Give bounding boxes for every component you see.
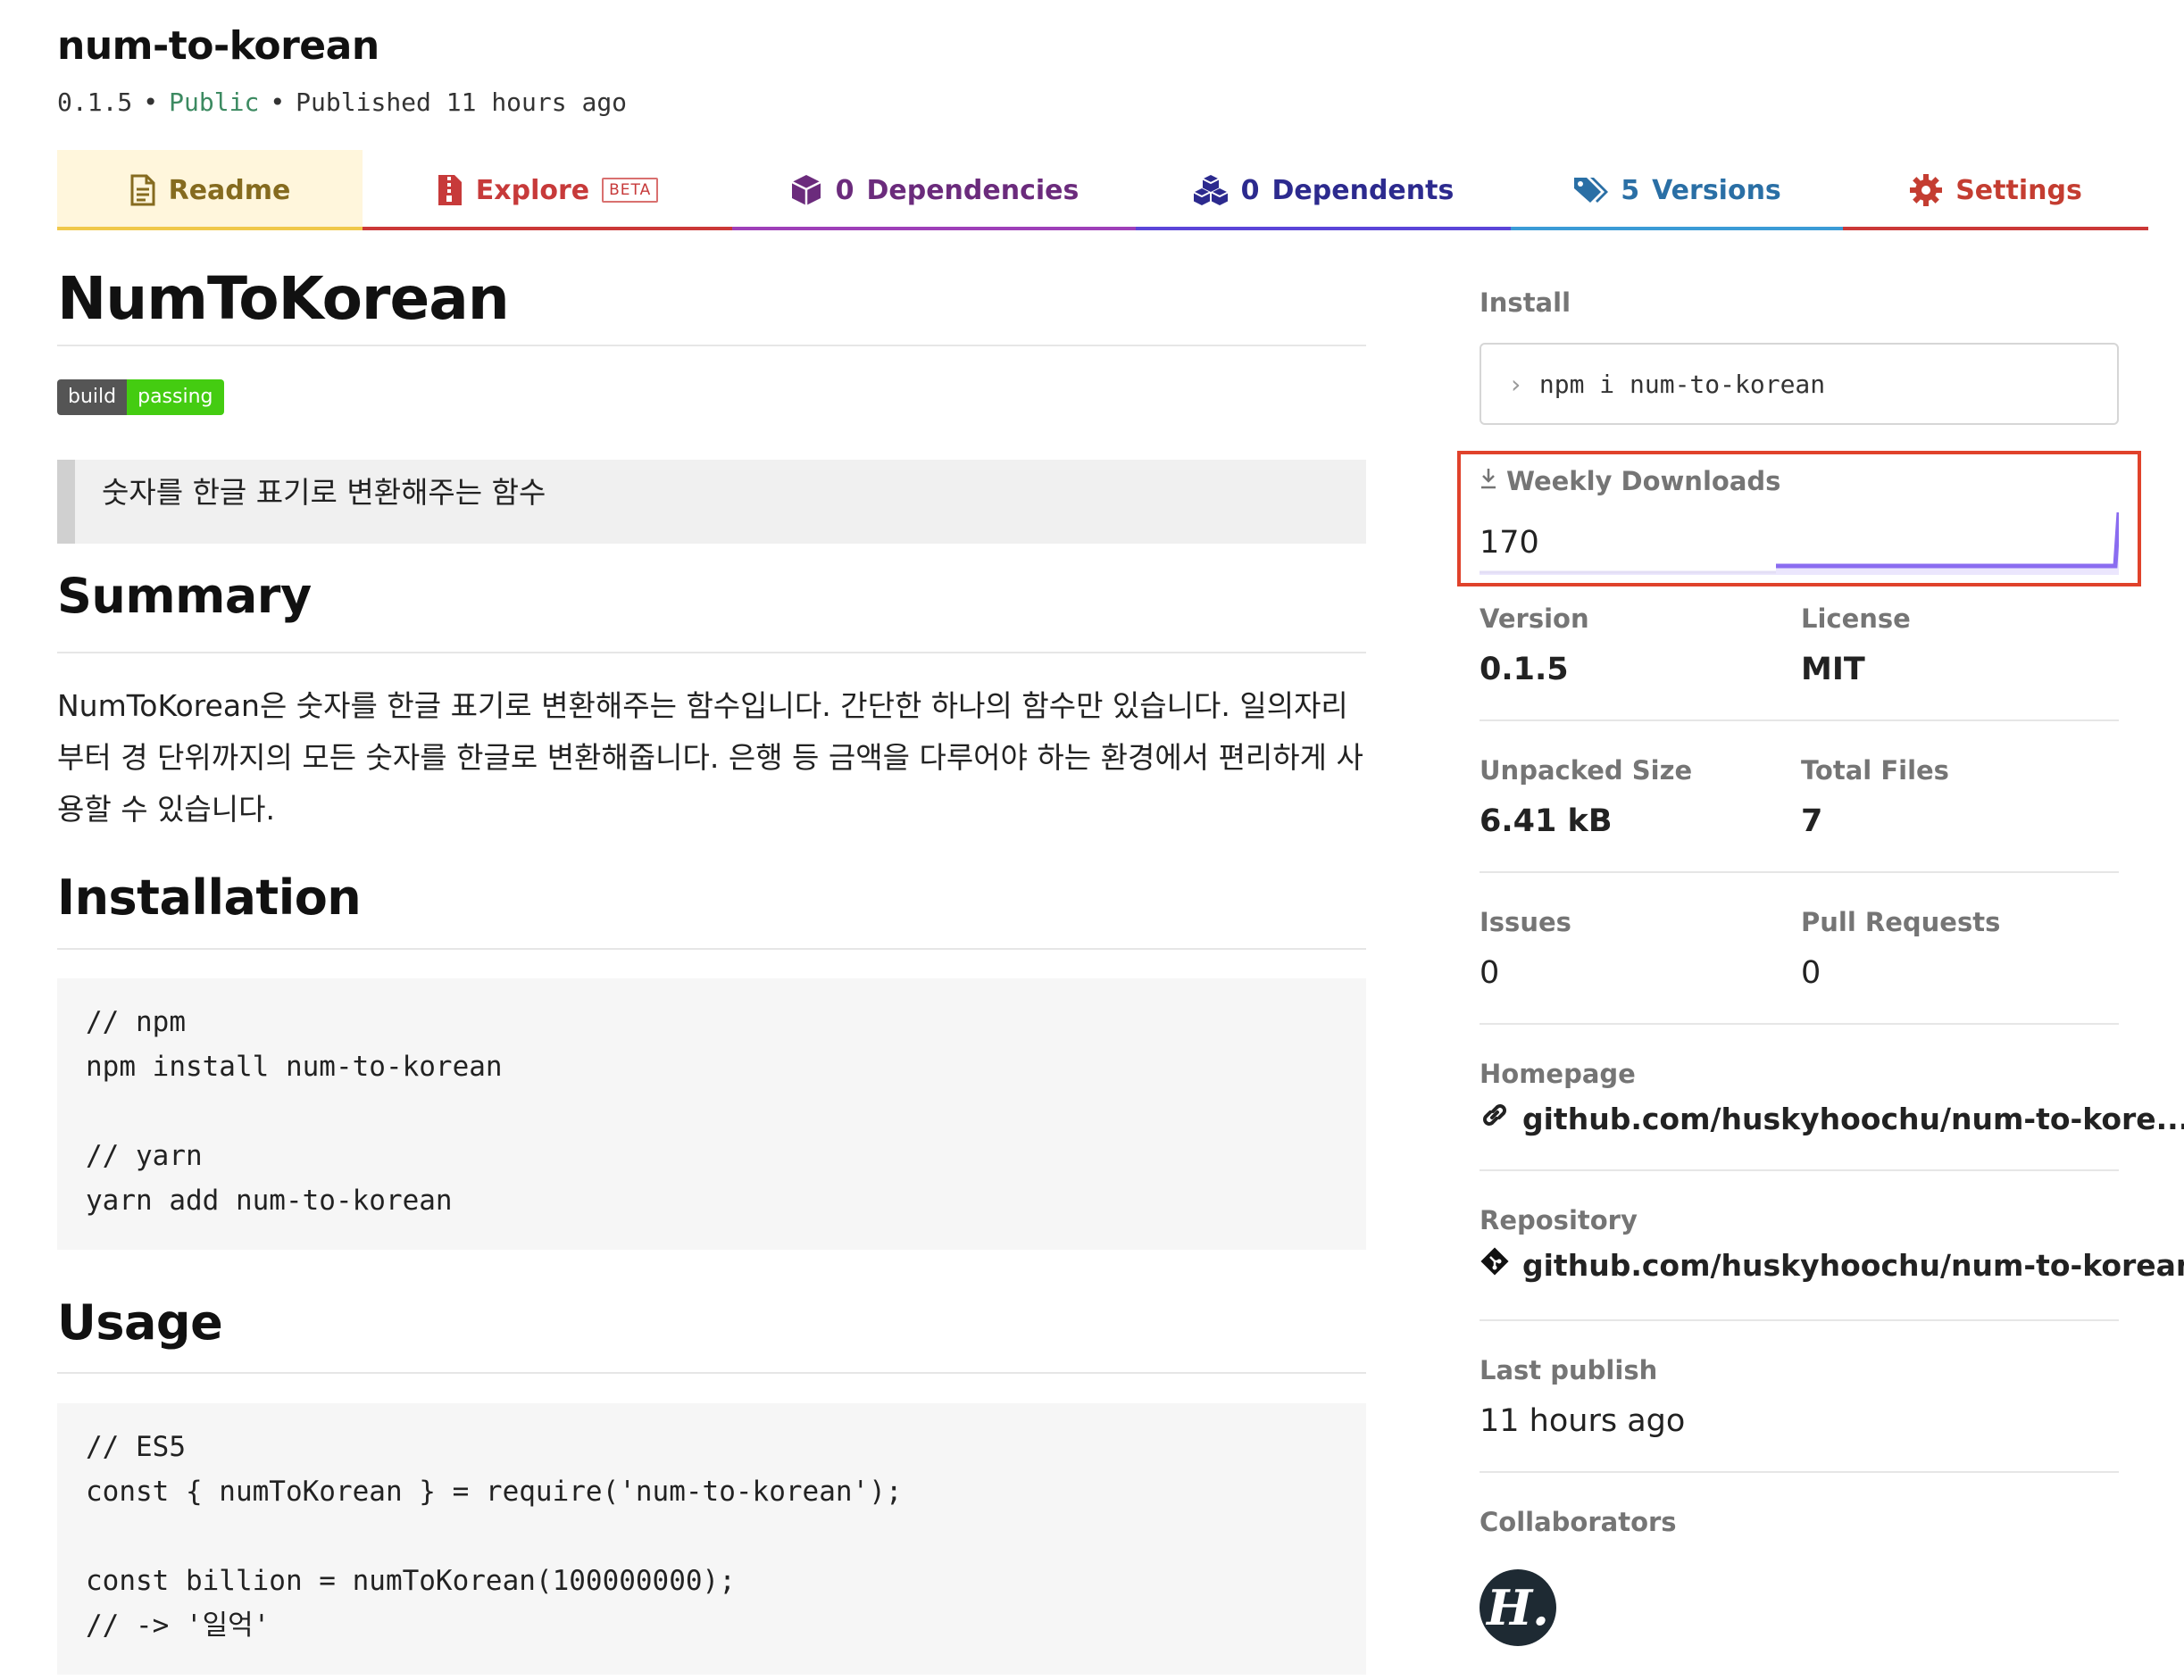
dependencies-count: 0 (835, 174, 854, 206)
link-icon (1480, 1100, 1510, 1137)
package-meta: 0.1.5 • Public • Published 11 hours ago (57, 87, 628, 117)
install-label: Install (1480, 287, 1571, 318)
git-icon (1480, 1246, 1510, 1284)
package-version: 0.1.5 (57, 87, 133, 117)
divider (57, 948, 1366, 950)
beta-badge: BETA (602, 178, 659, 203)
last-publish-label: Last publish (1480, 1355, 1658, 1385)
package-published: Published 11 hours ago (296, 87, 628, 117)
collaborators-label: Collaborators (1480, 1507, 1677, 1537)
tab-dependents[interactable]: 0 Dependents (1136, 150, 1511, 230)
divider (1480, 1319, 2119, 1321)
installation-heading: Installation (57, 869, 362, 926)
tab-dependents-label: Dependents (1271, 174, 1455, 206)
divider (1480, 871, 2119, 873)
homepage-url: github.com/huskyhoochu/num-to-kore... (1522, 1101, 2184, 1136)
summary-heading: Summary (57, 568, 312, 624)
last-publish-value: 11 hours ago (1480, 1403, 1686, 1439)
install-command-box[interactable]: › npm i num-to-korean (1480, 343, 2119, 425)
divider (1480, 1471, 2119, 1473)
installation-code-block: // npm npm install num-to-korean // yarn… (57, 978, 1366, 1250)
unpacked-size-label: Unpacked Size (1480, 755, 1693, 786)
divider (57, 345, 1366, 346)
tab-readme[interactable]: Readme (57, 150, 363, 230)
pull-requests-value[interactable]: 0 (1801, 955, 1821, 991)
weekly-downloads-highlight (1457, 451, 2141, 586)
tab-versions[interactable]: 5 Versions (1511, 150, 1843, 230)
unpacked-size-value: 6.41 kB (1480, 803, 1613, 839)
package-tabs: Readme Explore BETA 0 Dependencies 0 Dep… (57, 150, 2148, 230)
divider (1480, 719, 2119, 721)
version-label: Version (1480, 603, 1589, 634)
repository-label: Repository (1480, 1205, 1638, 1235)
repository-url: github.com/huskyhoochu/num-to-korean (1522, 1247, 2184, 1283)
package-name: num-to-korean (57, 23, 379, 69)
total-files-label: Total Files (1801, 755, 1949, 786)
tab-settings-label: Settings (1955, 174, 2082, 206)
npm-package-page: num-to-korean 0.1.5 • Public • Published 11 … (0, 0, 2184, 1680)
readme-content: NumToKorean build passing 숫자를 한글 표기로 변환해… (57, 259, 1366, 1675)
terminal-prompt-icon: › (1508, 369, 1523, 399)
license-value: MIT (1801, 652, 1865, 687)
version-value: 0.1.5 (1480, 652, 1569, 687)
tab-dependencies[interactable]: 0 Dependencies (732, 150, 1136, 230)
dependents-count: 0 (1240, 174, 1260, 206)
homepage-link[interactable]: github.com/huskyhoochu/num-to-kore... (1480, 1100, 2184, 1137)
divider (57, 652, 1366, 653)
versions-count: 5 (1621, 174, 1640, 206)
homepage-label: Homepage (1480, 1059, 1636, 1089)
badge-right: passing (127, 379, 224, 415)
install-command: npm i num-to-korean (1538, 369, 1826, 399)
tab-explore-label: Explore (475, 174, 590, 206)
issues-value[interactable]: 0 (1480, 955, 1499, 991)
explore-zip-icon (437, 173, 463, 207)
tab-versions-label: Versions (1652, 174, 1781, 206)
pull-requests-label: Pull Requests (1801, 907, 2001, 937)
issues-label: Issues (1480, 907, 1571, 937)
summary-paragraph: NumToKorean은 숫자를 한글 표기로 변환해주는 함수입니다. 간단한… (57, 688, 1363, 827)
tab-explore[interactable]: Explore BETA (363, 150, 732, 230)
description-blockquote: 숫자를 한글 표기로 변환해주는 함수 (57, 460, 1366, 544)
repository-link[interactable]: github.com/huskyhoochu/num-to-korean (1480, 1246, 2184, 1284)
readme-icon (129, 174, 156, 206)
license-label: License (1801, 603, 1911, 634)
gear-icon (1909, 173, 1943, 207)
usage-heading: Usage (57, 1294, 223, 1351)
tab-settings[interactable]: Settings (1843, 150, 2148, 230)
divider (57, 1372, 1366, 1374)
tab-readme-label: Readme (168, 174, 291, 206)
total-files-value: 7 (1801, 803, 1823, 839)
divider (1480, 1023, 2119, 1025)
tab-dependencies-label: Dependencies (866, 174, 1079, 206)
box-icon (789, 173, 823, 207)
build-status-badge[interactable]: build passing (57, 379, 224, 415)
tags-icon (1572, 175, 1609, 205)
boxes-icon (1193, 174, 1229, 206)
package-visibility: Public (169, 87, 260, 117)
badge-left: build (57, 379, 128, 415)
readme-title: NumToKorean (57, 264, 510, 333)
collaborator-avatar[interactable]: H. (1480, 1569, 1556, 1646)
divider (1480, 1169, 2119, 1171)
usage-code-block: // ES5 const { numToKorean } = require('… (57, 1403, 1366, 1675)
